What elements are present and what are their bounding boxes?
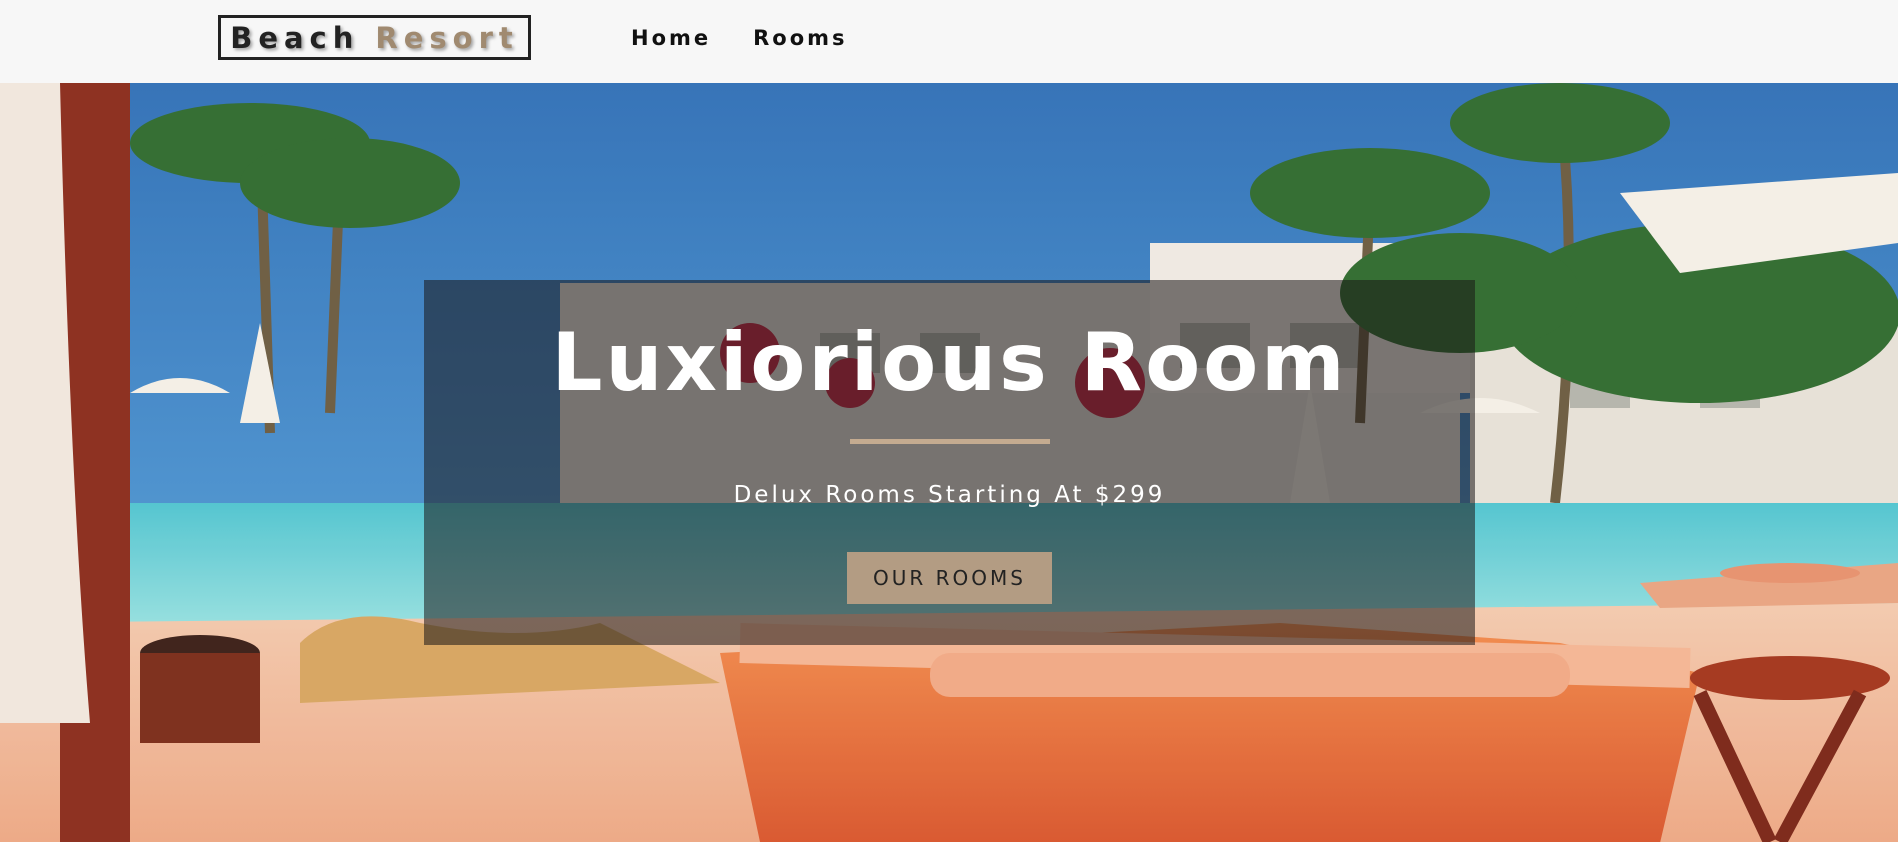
hero-title: Luxiorious Room (551, 316, 1348, 409)
nav-links: Home Rooms (631, 26, 848, 50)
hero-banner: Luxiorious Room Delux Rooms Starting At … (424, 280, 1475, 645)
navbar: Beach Resort Home Rooms (0, 0, 1898, 83)
our-rooms-button[interactable]: OUR ROOMS (847, 552, 1052, 604)
logo-word-beach: Beach (230, 20, 360, 55)
logo-link[interactable]: Beach Resort (218, 15, 531, 60)
title-divider (850, 439, 1050, 444)
hero-subtitle: Delux Rooms Starting At $299 (733, 482, 1166, 508)
logo-word-resort: Resort (375, 20, 519, 55)
nav-link-home[interactable]: Home (631, 26, 711, 50)
hero-section: Luxiorious Room Delux Rooms Starting At … (0, 83, 1898, 842)
nav-link-rooms[interactable]: Rooms (753, 26, 847, 50)
